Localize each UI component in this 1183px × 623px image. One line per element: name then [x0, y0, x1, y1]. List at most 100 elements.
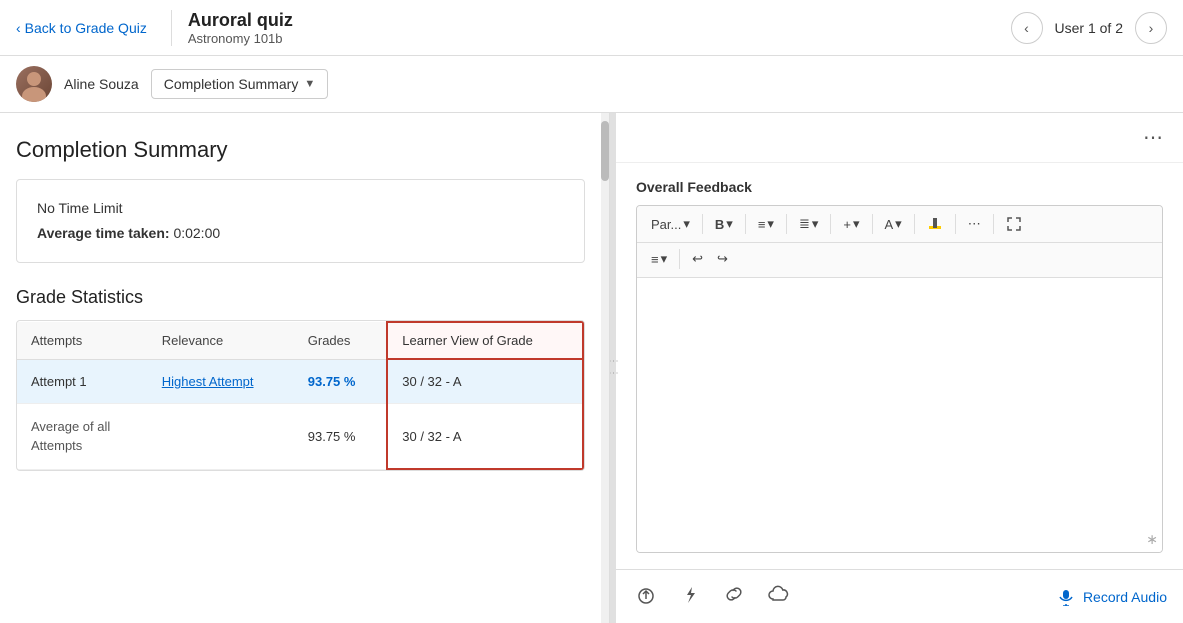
no-time-limit-text: No Time Limit: [37, 196, 564, 221]
scrollbar-track[interactable]: [601, 113, 609, 623]
insert-button[interactable]: + ▾: [837, 212, 865, 236]
bold-button[interactable]: B ▾: [709, 212, 739, 236]
cell-attempt-avg: Average of allAttempts: [17, 404, 148, 469]
chevron-down-icon: ▼: [304, 78, 315, 90]
cell-learner-view-1: 30 / 32 - A: [387, 359, 583, 404]
user-bar: Aline Souza Completion Summary ▼: [0, 56, 1183, 113]
chevron-down-icon: ▾: [683, 216, 690, 232]
lightning-icon-button[interactable]: [676, 580, 704, 613]
paragraph-style-button[interactable]: Par... ▾: [645, 212, 696, 236]
avatar-image: [16, 66, 52, 102]
learner-grade-value-1: 30 / 32 - A: [402, 374, 461, 389]
prev-user-button[interactable]: ‹: [1011, 12, 1043, 44]
separator: [830, 214, 831, 234]
nav-right: ‹ User 1 of 2 ›: [1011, 12, 1167, 44]
col-relevance: Relevance: [148, 322, 294, 359]
bottom-toolbar: Record Audio: [616, 569, 1183, 623]
cell-learner-view-avg: 30 / 32 - A: [387, 404, 583, 469]
grade-value-1: 93.75 %: [308, 374, 356, 389]
user-counter: User 1 of 2: [1055, 20, 1123, 36]
col-attempts: Attempts: [17, 322, 148, 359]
average-label: Average of allAttempts: [31, 419, 110, 452]
table-header-row: Attempts Relevance Grades Learner View o…: [17, 322, 583, 359]
user-name-label: Aline Souza: [64, 76, 139, 92]
back-to-grade-quiz-link[interactable]: ‹ Back to Grade Quiz: [16, 20, 147, 36]
quiz-name: Auroral quiz: [188, 10, 293, 31]
overall-feedback-label: Overall Feedback: [636, 179, 1163, 195]
grade-statistics-table: Attempts Relevance Grades Learner View o…: [16, 320, 585, 471]
more-options-button[interactable]: ⋯: [1135, 121, 1171, 154]
cloud-icon: [768, 585, 790, 603]
course-name: Astronomy 101b: [188, 31, 293, 46]
dropdown-label: Completion Summary: [164, 76, 299, 92]
list-button[interactable]: ≣ ▾: [793, 212, 824, 236]
avatar-svg: [16, 66, 52, 102]
editor-toolbar-row1: Par... ▾ B ▾ ≡ ▾ ≣ ▾ + ▾ A ▾: [637, 206, 1162, 243]
separator: [914, 214, 915, 234]
learner-grade-value-avg: 30 / 32 - A: [402, 429, 461, 444]
right-panel: ⋯ Overall Feedback Par... ▾ B ▾ ≡ ▾ ≣ ▾ …: [616, 113, 1183, 623]
cloud-icon-button[interactable]: [764, 581, 794, 612]
format-button[interactable]: ≡ ▾: [645, 247, 673, 271]
separator: [786, 214, 787, 234]
col-learner-view: Learner View of Grade: [387, 322, 583, 359]
more-toolbar-button[interactable]: ⋯: [962, 212, 987, 236]
microphone-icon: [1057, 588, 1075, 606]
avatar: [16, 66, 52, 102]
feedback-area: Overall Feedback Par... ▾ B ▾ ≡ ▾ ≣ ▾ + …: [616, 163, 1183, 569]
scrollbar-thumb[interactable]: [601, 121, 609, 181]
upload-icon: [636, 584, 656, 604]
chevron-down-icon: ▾: [767, 216, 774, 232]
cell-grade-avg: 93.75 %: [294, 404, 388, 469]
upload-icon-button[interactable]: [632, 580, 660, 613]
chevron-down-icon: ▾: [726, 216, 733, 232]
nav-left: ‹ Back to Grade Quiz Auroral quiz Astron…: [16, 10, 293, 46]
redo-button[interactable]: ↪: [711, 247, 734, 271]
cell-relevance-1: Highest Attempt: [148, 359, 294, 404]
resize-handle: ∗: [1146, 531, 1158, 548]
separator: [993, 214, 994, 234]
col-grades: Grades: [294, 322, 388, 359]
cell-grade-1: 93.75 %: [294, 359, 388, 404]
chevron-down-icon: ▾: [853, 216, 860, 232]
link-icon-button[interactable]: [720, 580, 748, 613]
separator: [955, 214, 956, 234]
align-button[interactable]: ≡ ▾: [752, 212, 780, 236]
link-icon: [724, 584, 744, 604]
separator: [745, 214, 746, 234]
chevron-left-icon: ‹: [16, 20, 21, 36]
feedback-editor: Par... ▾ B ▾ ≡ ▾ ≣ ▾ + ▾ A ▾: [636, 205, 1163, 553]
fullscreen-button[interactable]: [1000, 212, 1028, 236]
editor-content-area[interactable]: ∗: [637, 278, 1162, 552]
table-row: Average of allAttempts 93.75 % 30 / 32 -…: [17, 404, 583, 469]
chevron-down-icon: ▾: [895, 216, 902, 232]
cell-relevance-avg: [148, 404, 294, 469]
average-time-text: Average time taken: 0:02:00: [37, 221, 564, 246]
top-nav: ‹ Back to Grade Quiz Auroral quiz Astron…: [0, 0, 1183, 56]
chevron-down-icon: ▾: [661, 251, 668, 267]
average-time-label: Average time taken:: [37, 225, 170, 241]
main-content: Completion Summary No Time Limit Average…: [0, 113, 1183, 623]
separator: [872, 214, 873, 234]
record-audio-button[interactable]: Record Audio: [1057, 588, 1167, 606]
next-user-button[interactable]: ›: [1135, 12, 1167, 44]
font-button[interactable]: A ▾: [879, 212, 908, 236]
paintbrush-icon: [927, 216, 943, 232]
undo-button[interactable]: ↩: [686, 247, 709, 271]
quiz-info: Auroral quiz Astronomy 101b: [171, 10, 293, 46]
left-panel: Completion Summary No Time Limit Average…: [0, 113, 610, 623]
separator: [679, 249, 680, 269]
grade-statistics-title: Grade Statistics: [16, 287, 585, 308]
grade-value-avg: 93.75 %: [308, 429, 356, 444]
time-info-card: No Time Limit Average time taken: 0:02:0…: [16, 179, 585, 263]
expand-icon: [1006, 216, 1022, 232]
separator: [702, 214, 703, 234]
view-dropdown-button[interactable]: Completion Summary ▼: [151, 69, 329, 99]
chevron-down-icon: ▾: [812, 216, 819, 232]
highlight-button[interactable]: [921, 212, 949, 236]
editor-toolbar-row2: ≡ ▾ ↩ ↪: [637, 243, 1162, 278]
right-panel-header: ⋯: [616, 113, 1183, 163]
highest-attempt-link[interactable]: Highest Attempt: [162, 374, 254, 389]
cell-attempt-1: Attempt 1: [17, 359, 148, 404]
completion-summary-title: Completion Summary: [16, 137, 585, 163]
